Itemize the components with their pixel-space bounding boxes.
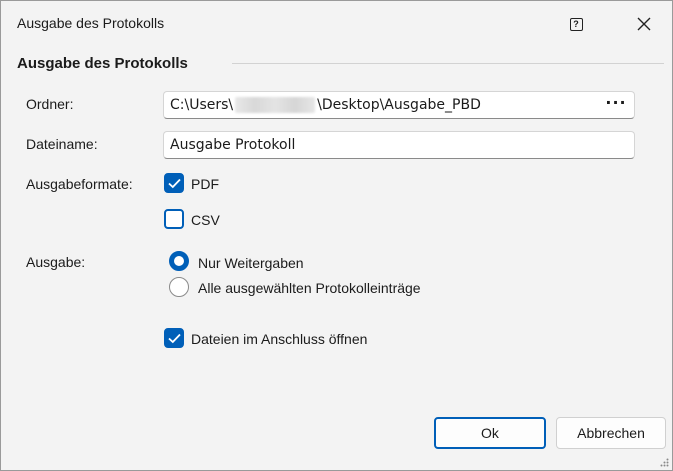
open-after-checkbox[interactable]: [164, 328, 184, 348]
pdf-label: PDF: [191, 176, 219, 192]
folder-input[interactable]: C:\Users\ \Desktop\Ausgabe_PBD ···: [163, 91, 635, 119]
csv-label: CSV: [191, 212, 220, 228]
folder-path-suffix: \Desktop\Ausgabe_PBD: [317, 97, 481, 113]
checkmark-icon: [168, 333, 181, 344]
resize-grip-icon[interactable]: [660, 458, 669, 467]
filename-input[interactable]: Ausgabe Protokoll: [163, 131, 635, 159]
folder-label: Ordner:: [26, 96, 74, 112]
help-button[interactable]: ?: [561, 10, 591, 38]
folder-path-prefix: C:\Users\: [170, 97, 234, 113]
cancel-button[interactable]: Abbrechen: [556, 417, 666, 449]
csv-checkbox[interactable]: [164, 209, 184, 229]
dialog-window: Ausgabe des Protokolls ? Ausgabe des Pro…: [0, 0, 673, 471]
browse-button[interactable]: ···: [604, 92, 628, 118]
radio-label-alle-eintraege: Alle ausgewählten Protokolleinträge: [198, 280, 421, 296]
output-label: Ausgabe:: [26, 254, 86, 270]
checkmark-icon: [168, 178, 181, 189]
title-bar[interactable]: Ausgabe des Protokolls ?: [1, 1, 672, 45]
pdf-checkbox[interactable]: [164, 173, 184, 193]
radio-label-nur-weitergaben: Nur Weitergaben: [198, 255, 304, 271]
redacted-username: [235, 97, 316, 113]
radio-nur-weitergaben[interactable]: [169, 251, 189, 271]
formats-label: Ausgabeformate:: [26, 176, 133, 192]
open-after-label: Dateien im Anschluss öffnen: [191, 331, 368, 347]
close-icon: [637, 17, 651, 31]
help-icon: ?: [569, 17, 583, 31]
section-title: Ausgabe des Protokolls: [17, 55, 188, 72]
ok-button[interactable]: Ok: [434, 417, 546, 449]
window-title: Ausgabe des Protokolls: [17, 15, 165, 31]
filename-label: Dateiname:: [26, 136, 98, 152]
section-divider: [232, 63, 664, 64]
close-button[interactable]: [627, 10, 661, 38]
radio-alle-eintraege[interactable]: [169, 277, 189, 297]
